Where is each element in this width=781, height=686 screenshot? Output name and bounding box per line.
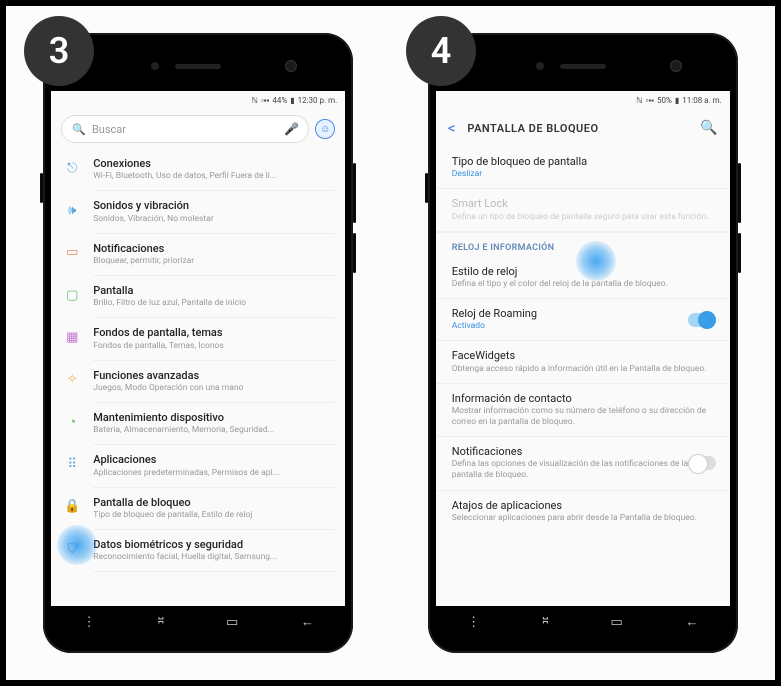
setting-smart-lock: Smart Lock Defina un tipo de bloqueo de … — [436, 189, 730, 231]
status-bar: ℕ ▫▪▪ 44% ▮ 12:30 p. m. — [51, 91, 345, 109]
roaming-clock-toggle[interactable] — [688, 313, 716, 327]
sound-icon: 🕪 — [61, 199, 83, 221]
row-funciones-avanzadas[interactable]: ✧ Funciones avanzadas Juegos, Modo Opera… — [51, 361, 345, 403]
back-arrow-icon[interactable]: < — [448, 119, 456, 137]
account-avatar-icon[interactable]: ☺ — [315, 119, 335, 139]
section-clock-info: RELOJ E INFORMACIÓN — [436, 232, 730, 257]
row-mantenimiento[interactable]: ◔ Mantenimiento dispositivo Batería, Alm… — [51, 403, 345, 445]
phone-step-4: ℕ ▫▪▪ 50% ▮ 11:08 a. m. < PANTALLA DE BL… — [428, 33, 738, 653]
nav-home-button[interactable]: ▭ — [611, 615, 623, 630]
nav-menu-icon[interactable]: ⋮ — [83, 615, 96, 630]
row-aplicaciones[interactable]: ⠿ Aplicaciones Aplicaciones predetermina… — [51, 445, 345, 487]
row-sonidos[interactable]: 🕪 Sonidos y vibración Sonidos, Vibración… — [51, 191, 345, 233]
wallpaper-icon: ▦ — [61, 326, 83, 348]
power-button — [738, 233, 741, 273]
battery-icon: ▮ — [290, 96, 294, 105]
notifications-toggle[interactable] — [688, 456, 716, 470]
front-camera — [285, 60, 297, 72]
phone-bezel-top — [436, 41, 730, 91]
connections-icon: ⎋ — [61, 157, 83, 179]
search-row: 🔍 Buscar 🎤 ☺ — [51, 109, 345, 149]
tutorial-frame: 3 4 ℕ ▫▪▪ 44% ▮ 12:30 p. m. 🔍 Buscar — [0, 0, 781, 686]
nav-back-button[interactable]: ← — [301, 614, 314, 630]
signal-icon: ▫▪▪ — [645, 96, 654, 105]
proximity-sensor — [536, 62, 544, 70]
setting-contact-info[interactable]: Información de contacto Mostrar informac… — [436, 384, 730, 437]
setting-roaming-clock[interactable]: Reloj de Roaming Activado — [436, 299, 730, 341]
nav-recents-button[interactable]: ⎶ — [543, 615, 548, 630]
volume-button — [353, 163, 356, 223]
advanced-icon: ✧ — [61, 369, 83, 391]
android-navbar: ⋮ ⎶ ▭ ← — [436, 606, 730, 638]
nfc-icon: ℕ — [636, 96, 642, 105]
display-icon: ▢ — [61, 284, 83, 306]
earpiece-speaker — [560, 64, 606, 69]
battery-pct: 44% — [272, 96, 287, 105]
page-title: PANTALLA DE BLOQUEO — [467, 122, 688, 135]
setting-facewidgets[interactable]: FaceWidgets Obtenga acceso rápido a info… — [436, 341, 730, 383]
settings-list[interactable]: ⎋ Conexiones Wi-Fi, Bluetooth, Uso de da… — [51, 149, 345, 606]
search-icon: 🔍 — [72, 123, 86, 136]
row-notificaciones[interactable]: ▭ Notificaciones Bloquear, permitir, pri… — [51, 234, 345, 276]
nav-recents-button[interactable]: ⎶ — [158, 615, 163, 630]
front-camera — [670, 60, 682, 72]
clock-text: 12:30 p. m. — [298, 96, 338, 105]
nav-home-button[interactable]: ▭ — [226, 615, 238, 630]
setting-app-shortcuts[interactable]: Atajos de aplicaciones Seleccionar aplic… — [436, 491, 730, 532]
clock-text: 11:08 a. m. — [682, 96, 721, 105]
setting-clock-style[interactable]: Estilo de reloj Defina el tipo y el colo… — [436, 257, 730, 299]
setting-lock-type[interactable]: Tipo de bloqueo de pantalla Deslizar — [436, 147, 730, 189]
notifications-icon: ▭ — [61, 242, 83, 264]
status-bar: ℕ ▫▪▪ 50% ▮ 11:08 a. m. — [436, 91, 730, 109]
lockscreen-settings-screen: ℕ ▫▪▪ 50% ▮ 11:08 a. m. < PANTALLA DE BL… — [436, 91, 730, 606]
phone-bezel-top — [51, 41, 345, 91]
search-placeholder: Buscar — [92, 123, 126, 136]
lockscreen-settings-list[interactable]: Tipo de bloqueo de pantalla Deslizar Sma… — [436, 147, 730, 606]
power-button — [353, 233, 356, 273]
earpiece-speaker — [175, 64, 221, 69]
battery-pct: 50% — [657, 96, 672, 105]
row-fondos[interactable]: ▦ Fondos de pantalla, temas Fondos de pa… — [51, 318, 345, 360]
search-input[interactable]: 🔍 Buscar 🎤 — [61, 115, 309, 143]
apps-icon: ⠿ — [61, 453, 83, 475]
row-biometria[interactable]: ⛉ Datos biométricos y seguridad Reconoci… — [51, 530, 345, 572]
row-pantalla-bloqueo[interactable]: 🔒 Pantalla de bloqueo Tipo de bloqueo de… — [51, 488, 345, 530]
signal-icon: ▫▪▪ — [261, 96, 270, 105]
setting-notifications[interactable]: Notificaciones Defina las opciones de vi… — [436, 437, 730, 490]
nav-back-button[interactable]: ← — [685, 614, 698, 630]
search-icon[interactable]: 🔍 — [700, 120, 717, 136]
bixby-button — [40, 173, 43, 203]
step-badge-4: 4 — [406, 16, 476, 86]
nfc-icon: ℕ — [251, 96, 257, 105]
android-navbar: ⋮ ⎶ ▭ ← — [51, 606, 345, 638]
proximity-sensor — [151, 62, 159, 70]
nav-menu-icon[interactable]: ⋮ — [467, 615, 480, 630]
battery-icon: ▮ — [675, 96, 679, 105]
lockscreen-icon: 🔒 — [61, 496, 83, 518]
maintenance-icon: ◔ — [61, 411, 83, 433]
volume-button — [738, 163, 741, 223]
settings-screen: ℕ ▫▪▪ 44% ▮ 12:30 p. m. 🔍 Buscar 🎤 ☺ ⎋ — [51, 91, 345, 606]
mic-icon[interactable]: 🎤 — [284, 122, 298, 136]
bixby-button — [425, 173, 428, 203]
row-conexiones[interactable]: ⎋ Conexiones Wi-Fi, Bluetooth, Uso de da… — [51, 149, 345, 191]
step-badge-3: 3 — [24, 16, 94, 86]
row-pantalla[interactable]: ▢ Pantalla Brillo, Filtro de luz azul, P… — [51, 276, 345, 318]
phone-step-3: ℕ ▫▪▪ 44% ▮ 12:30 p. m. 🔍 Buscar 🎤 ☺ ⎋ — [43, 33, 353, 653]
page-header: < PANTALLA DE BLOQUEO 🔍 — [436, 109, 730, 147]
biometrics-icon: ⛉ — [61, 538, 83, 560]
